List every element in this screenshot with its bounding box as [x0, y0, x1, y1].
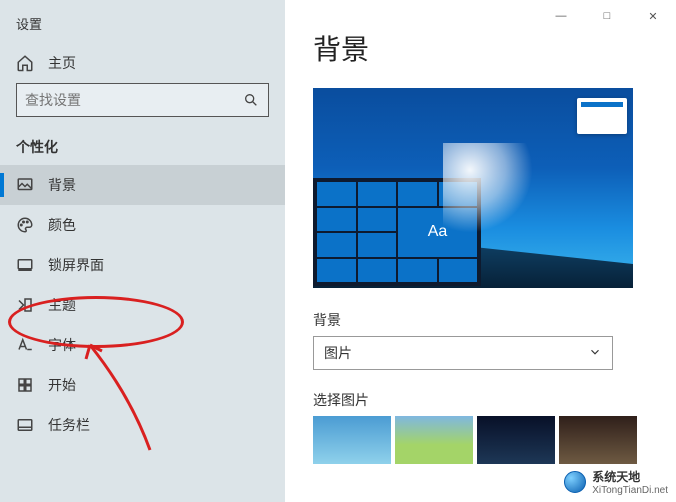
search-box[interactable]	[16, 83, 269, 117]
sidebar-item-taskbar[interactable]: 任务栏	[0, 405, 285, 445]
main-panel: — □ ✕ 背景 Aa 背景	[285, 0, 676, 502]
taskbar-icon	[16, 416, 34, 434]
chevron-down-icon	[588, 345, 602, 362]
background-select-value: 图片	[324, 343, 352, 363]
picture-thumb-1[interactable]	[313, 416, 391, 464]
main-content: 背景 Aa 背景 图片	[285, 0, 676, 464]
choose-picture-label: 选择图片	[313, 390, 648, 410]
sidebar-item-label: 锁屏界面	[48, 255, 104, 275]
picture-thumb-2[interactable]	[395, 416, 473, 464]
active-accent	[0, 173, 4, 197]
search-input[interactable]	[25, 92, 242, 108]
sidebar-item-start[interactable]: 开始	[0, 365, 285, 405]
home-icon	[16, 54, 34, 72]
start-icon	[16, 376, 34, 394]
palette-icon	[16, 216, 34, 234]
sidebar-item-label: 字体	[48, 335, 76, 355]
mock-window	[577, 98, 627, 134]
titlebar: — □ ✕	[538, 0, 676, 32]
minimize-button[interactable]: —	[538, 0, 584, 32]
picture-thumb-4[interactable]	[559, 416, 637, 464]
desktop-preview: Aa	[313, 88, 633, 288]
sidebar-item-label: 任务栏	[48, 415, 90, 435]
picture-icon	[16, 176, 34, 194]
close-button[interactable]: ✕	[630, 0, 676, 32]
background-field-label: 背景	[313, 310, 648, 330]
mock-start-menu: Aa	[313, 178, 481, 286]
picture-thumbnails	[313, 416, 648, 464]
fonts-icon	[16, 336, 34, 354]
section-title: 个性化	[0, 123, 285, 165]
lock-screen-icon	[16, 256, 34, 274]
sidebar-item-colors[interactable]: 颜色	[0, 205, 285, 245]
search-wrap	[0, 83, 285, 123]
sidebar-item-label: 主题	[48, 295, 76, 315]
watermark-name: 系统天地	[592, 468, 668, 485]
sidebar-item-label: 开始	[48, 375, 76, 395]
settings-window: 设置 主页 个性化 背景	[0, 0, 676, 502]
page-title: 背景	[313, 28, 648, 68]
sidebar-item-lockscreen[interactable]: 锁屏界面	[0, 245, 285, 285]
home-nav[interactable]: 主页	[0, 43, 285, 83]
themes-icon	[16, 296, 34, 314]
sidebar-item-background[interactable]: 背景	[0, 165, 285, 205]
background-select[interactable]: 图片	[313, 336, 613, 370]
sidebar-item-label: 背景	[48, 175, 76, 195]
sidebar-item-themes[interactable]: 主题	[0, 285, 285, 325]
picture-thumb-3[interactable]	[477, 416, 555, 464]
watermark-url: XiTongTianDi.net	[592, 485, 668, 496]
sidebar-item-fonts[interactable]: 字体	[0, 325, 285, 365]
search-icon	[242, 91, 260, 109]
maximize-button[interactable]: □	[584, 0, 630, 32]
sidebar: 设置 主页 个性化 背景	[0, 0, 285, 502]
watermark-logo-icon	[564, 471, 586, 493]
app-title: 设置	[0, 12, 285, 43]
sidebar-item-label: 颜色	[48, 215, 76, 235]
watermark: 系统天地 XiTongTianDi.net	[564, 468, 668, 496]
preview-aa-tile: Aa	[398, 208, 477, 257]
home-label: 主页	[48, 53, 76, 73]
